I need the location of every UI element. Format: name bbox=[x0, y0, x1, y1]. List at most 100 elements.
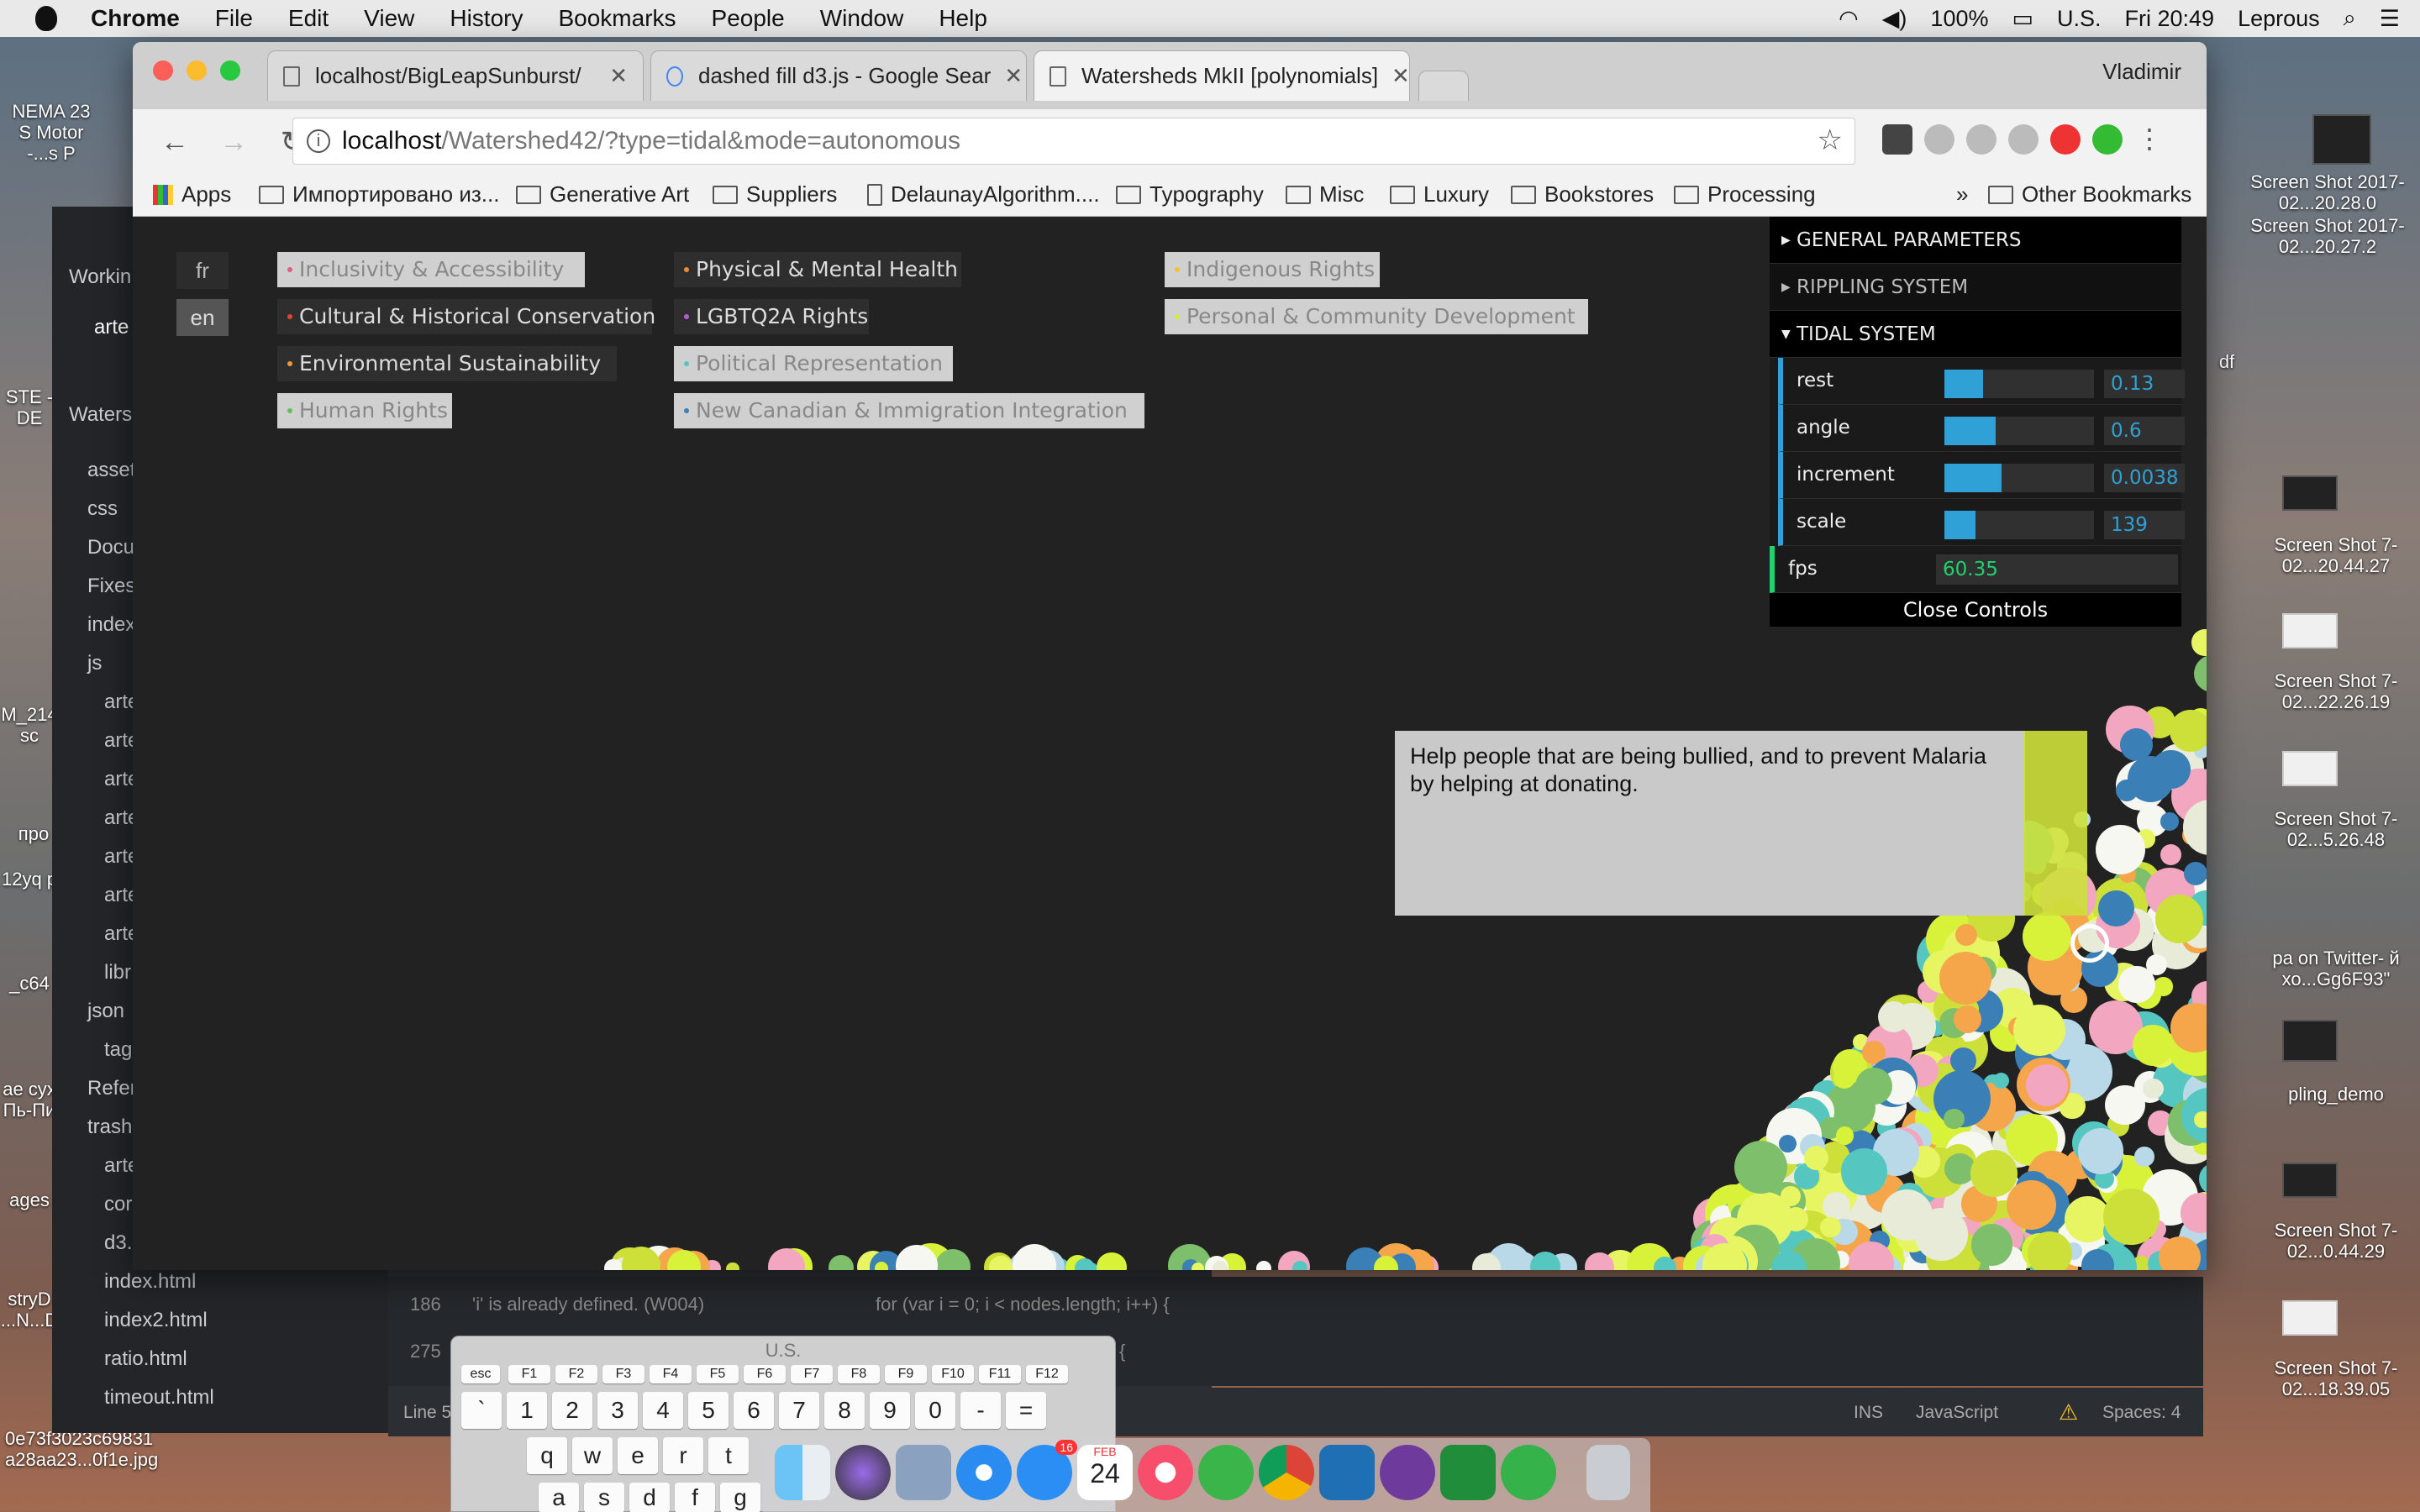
desktop-file[interactable]: df bbox=[2202, 351, 2252, 372]
function-key[interactable]: F12 bbox=[1026, 1365, 1068, 1383]
address-bar[interactable]: i localhost /Watershed42/?type=tidal&mod… bbox=[292, 118, 1855, 165]
bookmarks-overflow-icon[interactable]: » bbox=[1956, 181, 1968, 207]
github-icon[interactable] bbox=[1380, 1445, 1435, 1500]
desktop-file[interactable]: про bbox=[8, 823, 59, 844]
bubble[interactable] bbox=[1778, 1135, 1797, 1153]
tag-item[interactable]: Inclusivity & Accessibility bbox=[277, 252, 585, 287]
bubble[interactable] bbox=[2025, 1063, 2068, 1106]
sidebar-item[interactable]: css bbox=[87, 497, 118, 521]
desktop-file[interactable]: 0e73f3023c69831 a28aa23...0f1e.jpg bbox=[5, 1428, 224, 1470]
desktop-file[interactable]: Screen Shot 2017-02...20.27.2 bbox=[2235, 215, 2420, 257]
sidebar-item[interactable]: trash bbox=[87, 1116, 132, 1139]
sidebar-item[interactable]: ratio.html bbox=[104, 1347, 187, 1371]
bubble[interactable] bbox=[1097, 1252, 1127, 1270]
info-icon[interactable]: i bbox=[307, 129, 330, 153]
excel-icon[interactable] bbox=[1440, 1445, 1496, 1500]
bookmark-folder[interactable]: Typography bbox=[1116, 181, 1264, 207]
key[interactable]: s bbox=[584, 1483, 624, 1512]
bubble[interactable] bbox=[1256, 1261, 1271, 1270]
bubble[interactable] bbox=[2007, 1180, 2056, 1231]
key[interactable]: t bbox=[708, 1437, 749, 1474]
key[interactable]: 6 bbox=[734, 1392, 774, 1429]
tag-item[interactable]: Physical & Mental Health bbox=[674, 252, 961, 287]
key[interactable]: 4 bbox=[643, 1392, 683, 1429]
sidebar-item[interactable]: Fixes bbox=[87, 575, 135, 598]
upwork-icon[interactable] bbox=[1198, 1445, 1254, 1500]
utorrent-icon[interactable] bbox=[1501, 1445, 1556, 1500]
key[interactable]: e bbox=[618, 1437, 658, 1474]
bookmark-folder[interactable]: Generative Art bbox=[516, 181, 689, 207]
desktop-file[interactable]: Screen Shot 7-02...0.44.29 bbox=[2252, 1220, 2420, 1262]
bubble[interactable] bbox=[2160, 812, 2179, 831]
rest-value-input[interactable]: 0.13 bbox=[2104, 370, 2185, 398]
screenshot-thumbnail[interactable] bbox=[2282, 1020, 2338, 1062]
bubble[interactable] bbox=[2143, 1078, 2164, 1100]
bubble[interactable] bbox=[1733, 1140, 1787, 1194]
desktop-file[interactable]: pa on Twitter- й хо...Gg6F93" bbox=[2252, 948, 2420, 990]
increment-value-input[interactable]: 0.0038 bbox=[2104, 464, 2185, 492]
folder-general-parameters[interactable]: ▶ GENERAL PARAMETERS bbox=[1770, 217, 2181, 264]
bookmark-star-icon[interactable]: ☆ bbox=[1818, 123, 1843, 157]
angle-slider[interactable] bbox=[1944, 417, 2094, 445]
bubble[interactable] bbox=[1819, 1216, 1841, 1238]
menu-bookmarks[interactable]: Bookmarks bbox=[558, 5, 676, 32]
bookmark-folder[interactable]: Импортировано из... bbox=[259, 181, 499, 207]
menu-file[interactable]: File bbox=[215, 5, 253, 32]
sidebar-item[interactable]: json bbox=[87, 1000, 124, 1023]
bubble[interactable] bbox=[1840, 1148, 1888, 1195]
sidebar-item[interactable]: tag bbox=[104, 1038, 132, 1062]
sidebar-item[interactable]: js bbox=[87, 652, 102, 675]
scale-slider[interactable] bbox=[1944, 511, 2094, 539]
app-store-icon[interactable]: 16 bbox=[1017, 1440, 1077, 1500]
function-key[interactable]: F9 bbox=[885, 1365, 927, 1383]
key[interactable]: 3 bbox=[597, 1392, 638, 1429]
bubble[interactable] bbox=[2133, 1025, 2174, 1066]
folder-tidal-system[interactable]: ▼ TIDAL SYSTEM bbox=[1770, 311, 2181, 358]
key[interactable]: r bbox=[663, 1437, 703, 1474]
screenshot-thumbnail[interactable] bbox=[2282, 1163, 2338, 1198]
tag-item[interactable]: LGBTQ2A Rights bbox=[674, 299, 869, 334]
screenshot-thumbnail[interactable] bbox=[2282, 1300, 2338, 1336]
notification-center-icon[interactable]: ☰ bbox=[2380, 6, 2400, 32]
function-key[interactable]: F5 bbox=[697, 1365, 739, 1383]
sidebar-item[interactable]: d3. bbox=[104, 1231, 132, 1255]
bubble[interactable] bbox=[1992, 1072, 2009, 1089]
chrome-menu-icon[interactable]: ⋮ bbox=[2134, 124, 2165, 155]
key[interactable]: g bbox=[720, 1483, 760, 1512]
preview-icon[interactable] bbox=[896, 1445, 951, 1500]
extension-icon[interactable] bbox=[1924, 124, 1954, 155]
volume-icon[interactable]: ◀) bbox=[1882, 6, 1907, 32]
desktop-file[interactable]: Screen Shot 7-02...22.26.19 bbox=[2252, 670, 2420, 712]
tag-item[interactable]: Cultural & Historical Conservation bbox=[277, 299, 655, 334]
desktop-file[interactable]: Screen Shot 7-02...5.26.48 bbox=[2252, 808, 2420, 850]
bubble[interactable] bbox=[1970, 1149, 2018, 1198]
sidebar-item[interactable]: arte bbox=[94, 316, 129, 339]
key[interactable]: 0 bbox=[915, 1392, 955, 1429]
key[interactable]: 2 bbox=[552, 1392, 592, 1429]
key[interactable]: w bbox=[572, 1437, 613, 1474]
bubble[interactable] bbox=[1955, 923, 1978, 946]
lang-fr-button[interactable]: fr bbox=[176, 252, 229, 289]
tag-item[interactable]: Environmental Sustainability bbox=[277, 346, 617, 381]
sidebar-item[interactable]: libr bbox=[104, 961, 131, 984]
warning-icon[interactable]: ⚠ bbox=[2059, 1399, 2078, 1425]
status-line[interactable]: Line 5 bbox=[403, 1403, 451, 1423]
close-controls-button[interactable]: Close Controls bbox=[1770, 593, 2181, 627]
key[interactable]: 5 bbox=[688, 1392, 729, 1429]
close-tab-icon[interactable]: ✕ bbox=[991, 63, 1023, 89]
key[interactable]: q bbox=[527, 1437, 567, 1474]
key[interactable]: 1 bbox=[507, 1392, 547, 1429]
menu-view[interactable]: View bbox=[364, 5, 414, 32]
extension-icon[interactable] bbox=[2008, 124, 2039, 155]
sidebar-item[interactable]: Refer bbox=[87, 1077, 137, 1100]
input-source[interactable]: U.S. bbox=[2057, 6, 2102, 32]
itunes-icon[interactable] bbox=[1138, 1445, 1193, 1500]
tag-item[interactable]: Indigenous Rights bbox=[1165, 252, 1380, 287]
bookmark-link[interactable]: DelaunayAlgorithm.... bbox=[867, 181, 1100, 207]
desktop-file[interactable]: Screen Shot 7-02...20.44.27 bbox=[2252, 534, 2420, 576]
bubble[interactable] bbox=[2134, 1147, 2154, 1167]
bookmark-folder[interactable]: Luxury bbox=[1390, 181, 1489, 207]
tag-item[interactable]: New Canadian & Immigration Integration bbox=[674, 393, 1144, 428]
bubble[interactable] bbox=[2118, 966, 2155, 1003]
bubble[interactable] bbox=[829, 1254, 855, 1270]
